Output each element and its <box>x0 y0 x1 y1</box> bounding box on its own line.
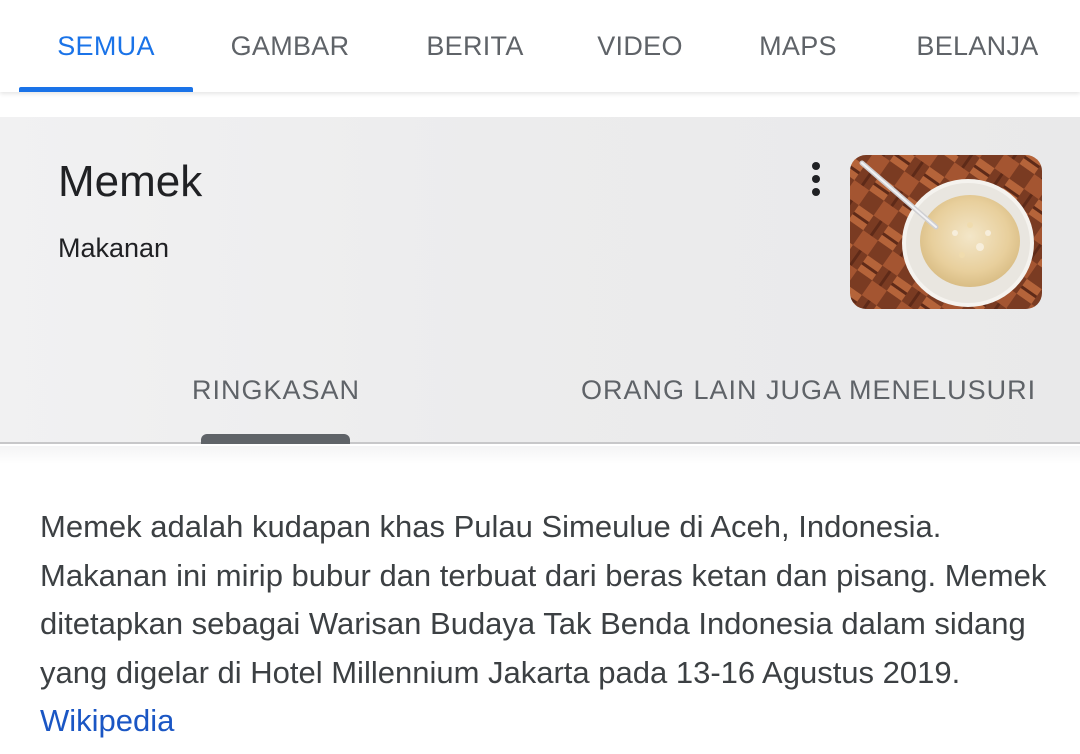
tab-semua[interactable]: SEMUA <box>19 0 193 92</box>
panel-active-tab-indicator <box>201 434 350 444</box>
tab-belanja[interactable]: BELANJA <box>895 0 1060 92</box>
active-tab-indicator <box>19 87 193 92</box>
entity-image[interactable] <box>850 155 1042 309</box>
tab-gambar[interactable]: GAMBAR <box>210 0 370 92</box>
tab-video[interactable]: VIDEO <box>575 0 705 92</box>
tab-label: VIDEO <box>597 30 683 61</box>
entity-category: Makanan <box>58 233 170 263</box>
more-vert-icon[interactable] <box>796 155 836 203</box>
tab-label: BELANJA <box>916 30 1039 61</box>
wikipedia-link[interactable]: Wikipedia <box>40 703 174 738</box>
entity-description: Memek adalah kudapan khas Pulau Simeulue… <box>40 503 1050 746</box>
search-results-page: SEMUA GAMBAR BERITA VIDEO MAPS BELANJA M… <box>0 0 1080 754</box>
knowledge-panel: Memek Makanan RINGKASAN ORANG LAIN JUGA … <box>0 117 1080 444</box>
tab-berita[interactable]: BERITA <box>400 0 550 92</box>
search-tab-bar: SEMUA GAMBAR BERITA VIDEO MAPS BELANJA <box>0 0 1080 92</box>
panel-tab-orang-lain[interactable]: ORANG LAIN JUGA MENELUSURI <box>581 355 1036 425</box>
tab-label: BERITA <box>426 30 524 61</box>
panel-tab-label: RINGKASAN <box>192 374 361 405</box>
section-divider <box>0 446 1080 464</box>
tab-label: MAPS <box>759 30 837 61</box>
tab-label: SEMUA <box>57 30 155 61</box>
panel-tab-label: ORANG LAIN JUGA MENELUSURI <box>581 374 1037 405</box>
entity-title: Memek <box>58 157 203 206</box>
tab-maps[interactable]: MAPS <box>733 0 863 92</box>
tab-label: GAMBAR <box>230 30 350 61</box>
description-text: Memek adalah kudapan khas Pulau Simeulue… <box>40 509 1047 690</box>
bowl-of-porridge-image <box>850 155 1042 309</box>
panel-tab-ringkasan[interactable]: RINGKASAN <box>192 355 360 425</box>
